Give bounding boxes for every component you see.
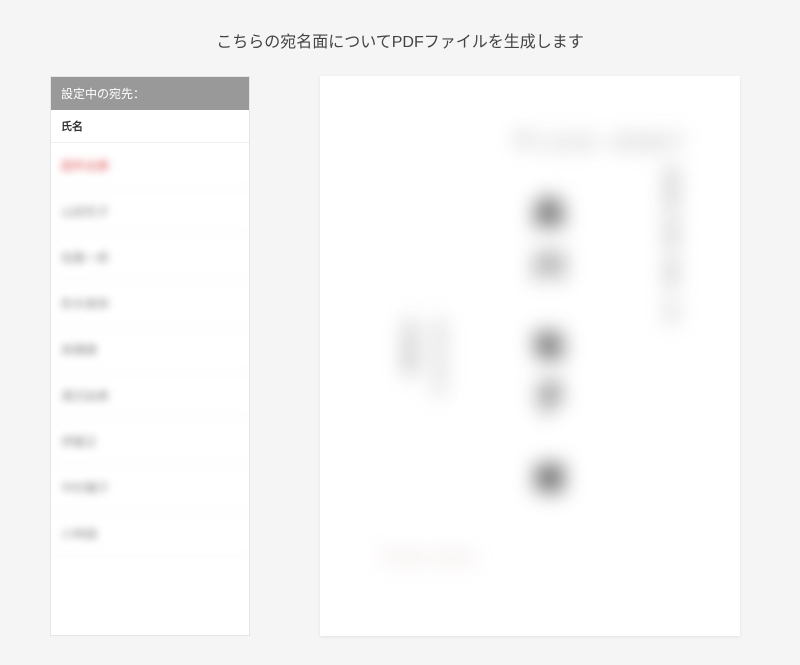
list-item[interactable]: 渡辺由美 bbox=[51, 373, 249, 419]
recipient-address: 東京都千代田区一番町一丁目 bbox=[663, 166, 680, 406]
recipient-postal-code: 〒123-4567 bbox=[513, 126, 690, 155]
list-item[interactable]: 加藤理恵 bbox=[51, 557, 249, 558]
list-item[interactable]: 高橋健 bbox=[51, 327, 249, 373]
list-item[interactable]: 佐藤一郎 bbox=[51, 235, 249, 281]
sidebar-header: 設定中の宛先： bbox=[51, 77, 249, 110]
sender-address: 大阪府大阪市北区 bbox=[430, 316, 445, 476]
list-item[interactable]: 中村優子 bbox=[51, 465, 249, 511]
recipient-name: 森川 裕子 様 bbox=[524, 196, 570, 514]
list-item[interactable]: 鈴木美咲 bbox=[51, 281, 249, 327]
postcard-preview: 〒123-4567 東京都千代田区一番町一丁目 森川 裕子 様 大阪府大阪市北区… bbox=[320, 76, 740, 636]
page-title: こちらの宛名面についてPDFファイルを生成します bbox=[0, 0, 800, 76]
list-item[interactable]: 小林誠 bbox=[51, 511, 249, 557]
list-item[interactable]: 山田花子 bbox=[51, 189, 249, 235]
sender-name: 小島 康弘 bbox=[400, 316, 420, 476]
preview-content: 〒123-4567 東京都千代田区一番町一丁目 森川 裕子 様 大阪府大阪市北区… bbox=[350, 116, 710, 596]
column-header-name: 氏名 bbox=[51, 110, 249, 143]
sender-postal-code: 〒530-0001 bbox=[380, 549, 479, 566]
address-list[interactable]: 田中太郎山田花子佐藤一郎鈴木美咲高橋健渡辺由美伊藤正中村優子小林誠加藤理恵 bbox=[51, 143, 249, 558]
address-list-sidebar: 設定中の宛先： 氏名 田中太郎山田花子佐藤一郎鈴木美咲高橋健渡辺由美伊藤正中村優… bbox=[50, 76, 250, 636]
list-wrapper: 田中太郎山田花子佐藤一郎鈴木美咲高橋健渡辺由美伊藤正中村優子小林誠加藤理恵 bbox=[51, 143, 249, 558]
main-content: 設定中の宛先： 氏名 田中太郎山田花子佐藤一郎鈴木美咲高橋健渡辺由美伊藤正中村優… bbox=[0, 76, 800, 636]
list-item[interactable]: 田中太郎 bbox=[51, 143, 249, 189]
list-item[interactable]: 伊藤正 bbox=[51, 419, 249, 465]
